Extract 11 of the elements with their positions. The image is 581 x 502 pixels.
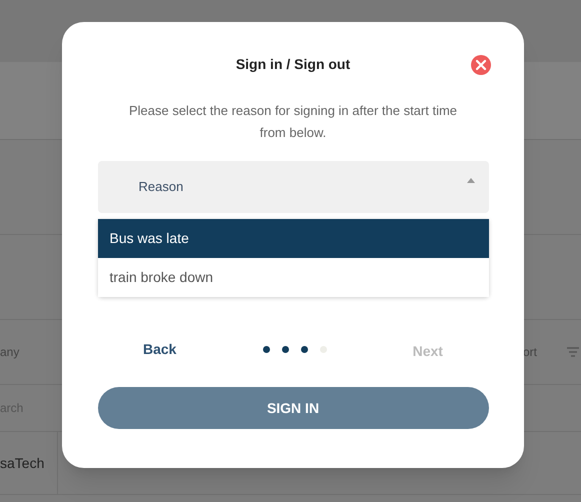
sign-in-button[interactable]: SIGN IN: [98, 387, 488, 429]
table-cell: saTech: [0, 432, 58, 494]
reason-select[interactable]: Reason: [98, 161, 488, 213]
dialog-title: Sign in / Sign out: [236, 55, 350, 74]
column-header: any: [0, 344, 20, 360]
dropdown-option[interactable]: Bus was late: [98, 219, 488, 258]
filter-icon[interactable]: [567, 347, 579, 357]
dropdown-option[interactable]: train broke down: [98, 258, 488, 297]
message: Please select the reason for signing in after the start time from below.: [128, 102, 458, 142]
back-button[interactable]: Back: [143, 339, 176, 360]
close-icon[interactable]: [471, 54, 491, 74]
